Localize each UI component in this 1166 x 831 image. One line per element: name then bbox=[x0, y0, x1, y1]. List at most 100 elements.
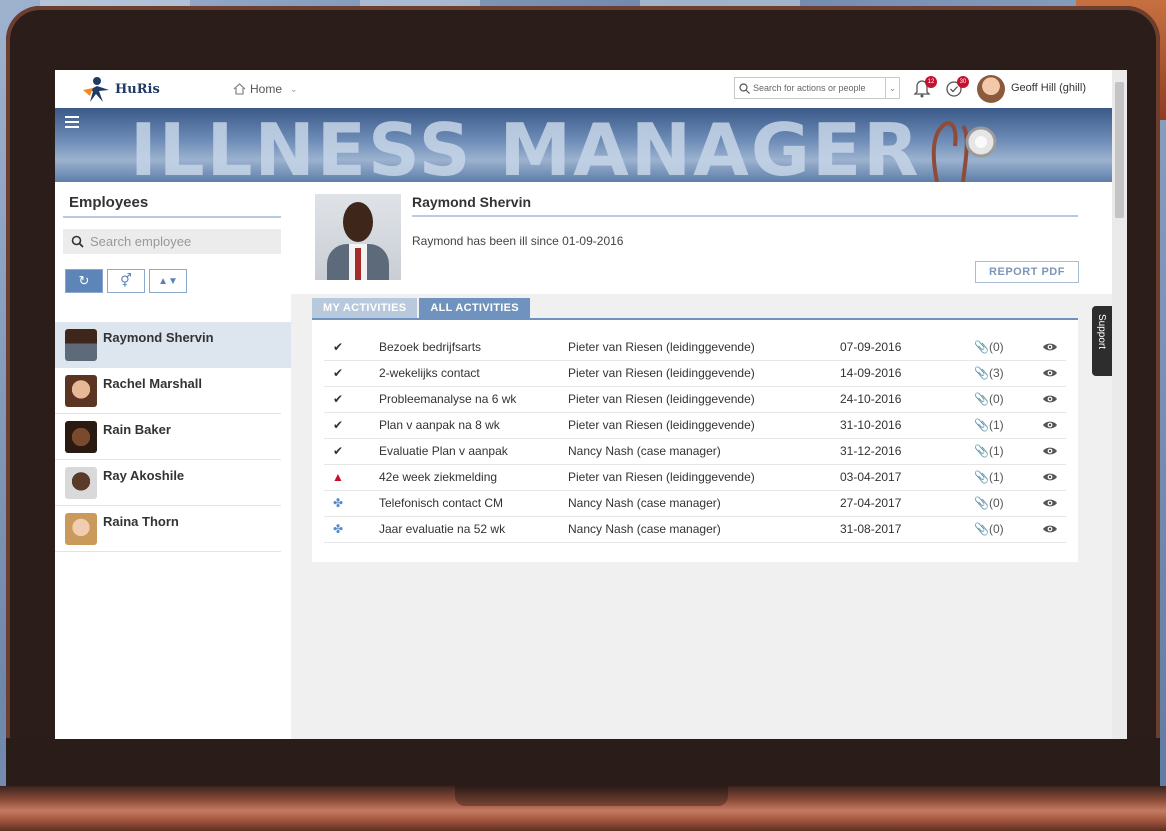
laptop-bezel bbox=[6, 738, 1160, 788]
attachment-count: (0) bbox=[988, 522, 1004, 536]
search-placeholder: Search for actions or people bbox=[753, 83, 866, 93]
employee-item[interactable]: Raina Thorn bbox=[55, 506, 281, 552]
profile-divider bbox=[412, 215, 1078, 217]
attachment-count: (0) bbox=[988, 392, 1004, 406]
eye-icon[interactable] bbox=[1042, 339, 1058, 355]
eye-icon[interactable] bbox=[1042, 469, 1058, 485]
attachment-count: (1) bbox=[988, 418, 1004, 432]
attachments-link[interactable]: 📎(0) bbox=[974, 522, 1004, 536]
global-search-input[interactable]: Search for actions or people bbox=[734, 77, 886, 99]
employee-list: Raymond Shervin Rachel Marshall Rain Bak… bbox=[55, 322, 291, 552]
attachment-count: (3) bbox=[988, 366, 1004, 380]
activity-row[interactable]: ▲ 42e week ziekmelding Pieter van Riesen (… bbox=[324, 464, 1066, 491]
activity-row[interactable]: ✔ 2-wekelijks contact Pieter van Riesen (l… bbox=[324, 360, 1066, 387]
profile-card: Raymond Shervin Raymond has been ill sin… bbox=[291, 182, 1112, 294]
employee-item[interactable]: Raymond Shervin bbox=[55, 322, 291, 368]
tasks-button[interactable]: 30 bbox=[945, 76, 969, 100]
activity-date: 14-09-2016 bbox=[840, 366, 902, 380]
app-logo[interactable]: HuRis bbox=[81, 76, 160, 102]
employee-item[interactable]: Rain Baker bbox=[55, 414, 281, 460]
activity-row[interactable]: ✤ Telefonisch contact CM Nancy Nash (case … bbox=[324, 490, 1066, 517]
employee-item[interactable]: Rachel Marshall bbox=[55, 368, 281, 414]
tab-my-activities[interactable]: MY ACTIVITIES bbox=[312, 298, 418, 318]
activity-date: 31-10-2016 bbox=[840, 418, 902, 432]
activity-title: 42e week ziekmelding bbox=[379, 470, 498, 484]
employees-sidebar: Employees Search employee ↻ ⚥ ▲▼ Raymond bbox=[55, 182, 291, 739]
employee-name: Rachel Marshall bbox=[103, 376, 202, 391]
report-pdf-button[interactable]: REPORT PDF bbox=[975, 261, 1079, 283]
stethoscope-icon bbox=[931, 121, 997, 182]
support-tab[interactable]: Support bbox=[1092, 306, 1112, 376]
attachments-link[interactable]: 📎(3) bbox=[974, 366, 1004, 380]
eye-icon[interactable] bbox=[1042, 521, 1058, 537]
employee-name: Raina Thorn bbox=[103, 514, 179, 529]
warning-icon: ▲ bbox=[332, 470, 344, 484]
app-screen: HuRis Home ⌄ Search for actions or peopl… bbox=[55, 70, 1127, 739]
gender-filter-button[interactable]: ⚥ bbox=[107, 269, 145, 293]
refresh-button[interactable]: ↻ bbox=[65, 269, 103, 293]
tasks-badge: 30 bbox=[957, 76, 969, 88]
sidebar-title: Employees bbox=[69, 194, 149, 211]
activity-row[interactable]: ✤ Jaar evaluatie na 52 wk Nancy Nash (case… bbox=[324, 516, 1066, 543]
scrollbar-thumb[interactable] bbox=[1115, 82, 1124, 218]
activity-row[interactable]: ✔ Plan v aanpak na 8 wk Pieter van Riesen … bbox=[324, 412, 1066, 439]
top-bar: HuRis Home ⌄ Search for actions or peopl… bbox=[55, 70, 1112, 109]
activities-list: ✔ Bezoek bedrijfsarts Pieter van Riesen (l… bbox=[312, 320, 1078, 562]
eye-icon[interactable] bbox=[1042, 391, 1058, 407]
employee-avatar bbox=[65, 421, 97, 453]
page-scrollbar[interactable] bbox=[1112, 70, 1127, 739]
user-avatar[interactable] bbox=[977, 75, 1005, 103]
notifications-button[interactable]: 12 bbox=[913, 76, 937, 100]
paperclip-icon: 📎 bbox=[974, 340, 989, 354]
attachments-link[interactable]: 📎(0) bbox=[974, 392, 1004, 406]
attachments-link[interactable]: 📎(1) bbox=[974, 470, 1004, 484]
tab-all-activities[interactable]: ALL ACTIVITIES bbox=[419, 298, 530, 318]
activity-owner: Nancy Nash (case manager) bbox=[568, 496, 721, 510]
profile-name: Raymond Shervin bbox=[412, 194, 532, 210]
employee-item[interactable]: Ray Akoshile bbox=[55, 460, 281, 506]
employee-search-input[interactable]: Search employee bbox=[63, 229, 281, 254]
home-menu[interactable]: Home ⌄ bbox=[233, 82, 298, 96]
attachments-link[interactable]: 📎(1) bbox=[974, 418, 1004, 432]
eye-icon[interactable] bbox=[1042, 365, 1058, 381]
activity-owner: Pieter van Riesen (leidinggevende) bbox=[568, 340, 755, 354]
activity-row[interactable]: ✔ Evaluatie Plan v aanpak Nancy Nash (case… bbox=[324, 438, 1066, 465]
search-icon bbox=[739, 82, 750, 94]
employee-avatar bbox=[65, 467, 97, 499]
attachments-link[interactable]: 📎(1) bbox=[974, 444, 1004, 458]
refresh-icon: ↻ bbox=[78, 273, 90, 288]
activity-row[interactable]: ✔ Bezoek bedrijfsarts Pieter van Riesen (l… bbox=[324, 334, 1066, 361]
activity-tabs: MY ACTIVITIES ALL ACTIVITIES bbox=[312, 298, 530, 318]
activity-owner: Nancy Nash (case manager) bbox=[568, 522, 721, 536]
activity-title: Jaar evaluatie na 52 wk bbox=[379, 522, 506, 536]
profile-photo bbox=[315, 194, 401, 280]
banner-title: ILLNESS MANAGER bbox=[130, 108, 921, 182]
check-icon: ✔ bbox=[332, 340, 344, 354]
eye-icon[interactable] bbox=[1042, 443, 1058, 459]
employee-avatar bbox=[65, 329, 97, 361]
chevron-down-icon: ⌄ bbox=[888, 83, 897, 93]
huris-logo-icon bbox=[81, 76, 111, 102]
activity-title: Probleemanalyse na 6 wk bbox=[379, 392, 517, 406]
eye-icon[interactable] bbox=[1042, 417, 1058, 433]
activity-row[interactable]: ✔ Probleemanalyse na 6 wk Pieter van Riese… bbox=[324, 386, 1066, 413]
sort-button[interactable]: ▲▼ bbox=[149, 269, 187, 293]
activity-owner: Pieter van Riesen (leidinggevende) bbox=[568, 366, 755, 380]
attachments-link[interactable]: 📎(0) bbox=[974, 496, 1004, 510]
home-label: Home bbox=[250, 82, 283, 96]
search-dropdown-button[interactable]: ⌄ bbox=[886, 77, 900, 99]
search-icon bbox=[71, 235, 84, 248]
check-icon: ✔ bbox=[332, 444, 344, 458]
activity-title: Telefonisch contact CM bbox=[379, 496, 504, 510]
hamburger-menu-icon[interactable] bbox=[65, 116, 79, 128]
employee-name: Raymond Shervin bbox=[103, 330, 214, 345]
paperclip-icon: 📎 bbox=[974, 366, 989, 380]
activity-owner: Pieter van Riesen (leidinggevende) bbox=[568, 418, 755, 432]
eye-icon[interactable] bbox=[1042, 495, 1058, 511]
employee-name: Ray Akoshile bbox=[103, 468, 185, 483]
user-name[interactable]: Geoff Hill (ghill) bbox=[1011, 82, 1086, 94]
attachment-count: (0) bbox=[988, 340, 1004, 354]
activity-owner: Pieter van Riesen (leidinggevende) bbox=[568, 392, 755, 406]
attachments-link[interactable]: 📎(0) bbox=[974, 340, 1004, 354]
notification-badge: 12 bbox=[925, 76, 937, 88]
